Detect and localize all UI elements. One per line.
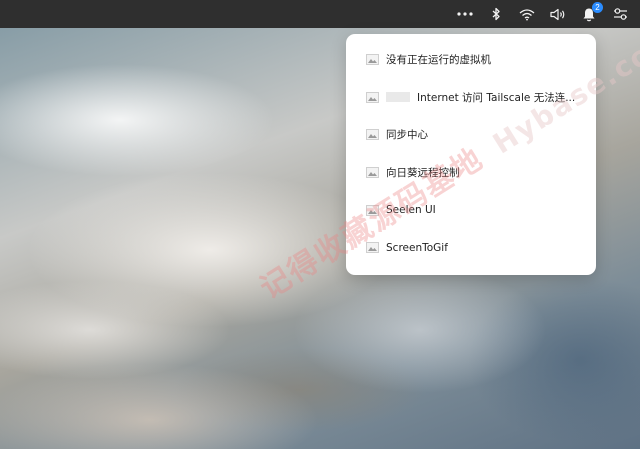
volume-icon[interactable] xyxy=(546,2,570,26)
menu-item-virtual-machines[interactable]: 没有正在运行的虚拟机 xyxy=(346,41,596,79)
menu-item-label: Seelen UI xyxy=(386,204,436,217)
menu-item-seelen-ui[interactable]: Seelen UI xyxy=(346,191,596,229)
app-image-icon xyxy=(366,129,379,141)
menu-item-label: 向日葵远程控制 xyxy=(386,167,460,180)
notification-badge: 2 xyxy=(592,2,603,13)
notification-bell-icon[interactable]: 2 xyxy=(577,2,603,26)
desktop-wallpaper: 2 没有正在运行的虚拟机 Internet 访问 Tailscale 无法连..… xyxy=(0,0,640,449)
taskbar: 2 xyxy=(0,0,640,28)
settings-sliders-icon[interactable] xyxy=(608,2,632,26)
menu-item-tailscale[interactable]: Internet 访问 Tailscale 无法连... xyxy=(346,79,596,117)
menu-item-sync-center[interactable]: 同步中心 xyxy=(346,116,596,154)
menu-item-label: 没有正在运行的虚拟机 xyxy=(386,54,491,67)
more-icon[interactable] xyxy=(453,2,477,26)
app-image-icon xyxy=(366,91,379,103)
app-image-icon xyxy=(366,204,379,216)
menu-item-label: ScreenToGif xyxy=(386,241,448,254)
app-image-icon xyxy=(366,167,379,179)
menu-item-label: 同步中心 xyxy=(386,129,428,142)
bluetooth-icon[interactable] xyxy=(484,2,508,26)
wifi-icon[interactable] xyxy=(515,2,539,26)
menu-item-screentogif[interactable]: ScreenToGif xyxy=(346,229,596,267)
app-image-icon xyxy=(366,242,379,254)
redacted-text-block xyxy=(386,92,410,103)
app-image-icon xyxy=(366,54,379,66)
menu-item-sunlogin[interactable]: 向日葵远程控制 xyxy=(346,154,596,192)
menu-item-label: Internet 访问 Tailscale 无法连... xyxy=(417,91,576,104)
tray-overflow-menu: 没有正在运行的虚拟机 Internet 访问 Tailscale 无法连... … xyxy=(346,34,596,275)
